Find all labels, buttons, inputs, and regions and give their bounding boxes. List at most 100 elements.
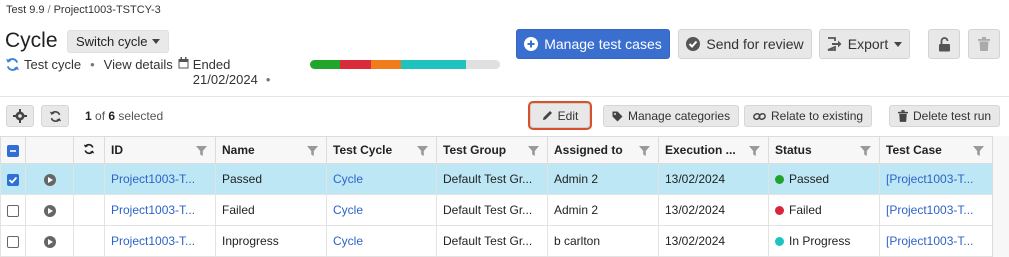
send-for-review-button[interactable]: Send for review <box>678 29 812 59</box>
refresh-column-header[interactable] <box>73 136 105 164</box>
test-runs-table: ID Name Test Cycle Test Group Assigned t… <box>0 136 993 257</box>
progress-segment <box>370 60 402 69</box>
ended-label: Ended <box>192 57 231 72</box>
unlock-icon <box>938 36 951 52</box>
selected-count: 1 <box>85 109 92 123</box>
row-test-case-link[interactable]: [Project1003-T... <box>886 172 973 186</box>
delete-test-run-label: Delete test run <box>913 109 992 123</box>
filter-icon[interactable] <box>860 145 871 159</box>
row-id-link[interactable]: Project1003-T... <box>111 172 195 186</box>
breadcrumb: Test 9.9/Project1003-TSTCY-3 <box>6 4 161 16</box>
link-icon <box>753 111 766 122</box>
filter-icon[interactable] <box>749 145 760 159</box>
pencil-icon <box>542 110 553 121</box>
column-header-execution[interactable]: Execution ... <box>658 136 769 164</box>
table-row[interactable]: Project1003-T... Passed Cycle Default Test … <box>0 163 993 195</box>
manage-test-cases-button[interactable]: Manage test cases <box>516 29 670 59</box>
filter-icon[interactable] <box>973 145 984 159</box>
filter-icon[interactable] <box>639 145 650 159</box>
row-checkbox[interactable] <box>7 235 19 248</box>
export-icon <box>827 37 842 51</box>
row-checkbox[interactable] <box>7 204 19 217</box>
selected-suffix: selected <box>118 109 164 123</box>
row-play-cell[interactable] <box>25 225 74 257</box>
filter-icon[interactable] <box>528 145 539 159</box>
status-dot <box>775 206 784 216</box>
unlock-button[interactable] <box>928 29 960 59</box>
row-id-cell[interactable]: Project1003-T... <box>104 163 216 195</box>
column-header-label: Test Group <box>443 143 507 157</box>
column-header-test-case[interactable]: Test Case <box>879 136 993 164</box>
row-test-case-link[interactable]: [Project1003-T... <box>886 234 973 248</box>
delete-test-run-button[interactable]: Delete test run <box>889 105 1001 127</box>
manage-categories-button[interactable]: Manage categories <box>603 105 740 127</box>
column-header-test-group[interactable]: Test Group <box>436 136 548 164</box>
row-select-cell[interactable] <box>0 194 26 226</box>
row-execution-cell: 13/02/2024 <box>658 163 769 195</box>
breadcrumb-cycle[interactable]: Project1003-TSTCY-3 <box>54 4 161 16</box>
row-id-cell[interactable]: Project1003-T... <box>104 225 216 257</box>
row-cycle-cell[interactable]: Cycle <box>326 163 437 195</box>
row-group-cell: Default Test Gr... <box>436 225 548 257</box>
breadcrumb-project[interactable]: Test 9.9 <box>6 4 45 16</box>
row-select-cell[interactable] <box>0 225 26 257</box>
row-play-cell[interactable] <box>25 163 74 195</box>
switch-cycle-button[interactable]: Switch cycle <box>67 30 169 53</box>
row-test-case-link[interactable]: [Project1003-T... <box>886 203 973 217</box>
delete-button[interactable] <box>968 29 1000 59</box>
status-dot <box>775 175 784 185</box>
column-header-status[interactable]: Status <box>768 136 880 164</box>
plus-circle-icon <box>524 37 539 51</box>
table-row[interactable]: Project1003-T... Failed Cycle Default Test … <box>0 194 993 226</box>
select-all-checkbox[interactable] <box>7 144 19 157</box>
settings-button[interactable] <box>6 105 34 127</box>
column-header-label: Name <box>222 143 255 157</box>
progress-segment <box>401 60 466 69</box>
row-sync-cell <box>73 225 105 257</box>
column-header-label: Execution ... <box>665 143 736 157</box>
refresh-button[interactable] <box>41 105 69 127</box>
row-cycle-link[interactable]: Cycle <box>333 203 363 217</box>
filter-icon[interactable] <box>417 145 428 159</box>
row-cycle-link[interactable]: Cycle <box>333 234 363 248</box>
selection-count: 1 of 6 selected <box>85 109 163 123</box>
column-header-test-cycle[interactable]: Test Cycle <box>326 136 437 164</box>
row-group-cell: Default Test Gr... <box>436 163 548 195</box>
row-cycle-cell[interactable]: Cycle <box>326 225 437 257</box>
row-id-link[interactable]: Project1003-T... <box>111 234 195 248</box>
export-button[interactable]: Export <box>819 29 910 59</box>
row-test-case-cell[interactable]: [Project1003-T... <box>879 225 993 257</box>
select-all-header[interactable] <box>0 136 26 164</box>
row-play-cell[interactable] <box>25 194 74 226</box>
table-scrollbar[interactable] <box>992 136 1009 257</box>
row-cycle-link[interactable]: Cycle <box>333 172 363 186</box>
column-header-assigned-to[interactable]: Assigned to <box>547 136 659 164</box>
relate-to-existing-button[interactable]: Relate to existing <box>744 105 873 127</box>
filter-icon[interactable] <box>196 145 207 159</box>
edit-button[interactable]: Edit <box>530 103 590 128</box>
status-dot <box>775 237 784 247</box>
column-header-id[interactable]: ID <box>104 136 216 164</box>
row-assigned-cell: b carlton <box>547 225 659 257</box>
meta-bullet: • <box>90 57 95 72</box>
row-test-case-cell[interactable]: [Project1003-T... <box>879 163 993 195</box>
row-name-cell: Passed <box>215 163 327 195</box>
row-checkbox[interactable] <box>7 173 19 186</box>
table-row[interactable]: Project1003-T... Inprogress Cycle Default T… <box>0 225 993 257</box>
row-status-cell: Failed <box>768 194 880 226</box>
row-select-cell[interactable] <box>0 163 26 195</box>
play-icon[interactable] <box>43 174 56 186</box>
refresh-icon <box>49 110 62 123</box>
column-header-name[interactable]: Name <box>215 136 327 164</box>
play-icon[interactable] <box>43 205 56 217</box>
test-cycle-link[interactable]: Test cycle <box>24 57 81 72</box>
filter-icon[interactable] <box>307 145 318 159</box>
play-icon[interactable] <box>43 236 56 248</box>
view-details-link[interactable]: View details <box>104 57 173 72</box>
test-cycle-page: Test 9.9/Project1003-TSTCY-3 Cycle Switc… <box>0 0 1009 257</box>
progress-segment <box>465 60 500 69</box>
row-test-case-cell[interactable]: [Project1003-T... <box>879 194 993 226</box>
row-cycle-cell[interactable]: Cycle <box>326 194 437 226</box>
row-id-link[interactable]: Project1003-T... <box>111 203 195 217</box>
row-id-cell[interactable]: Project1003-T... <box>104 194 216 226</box>
